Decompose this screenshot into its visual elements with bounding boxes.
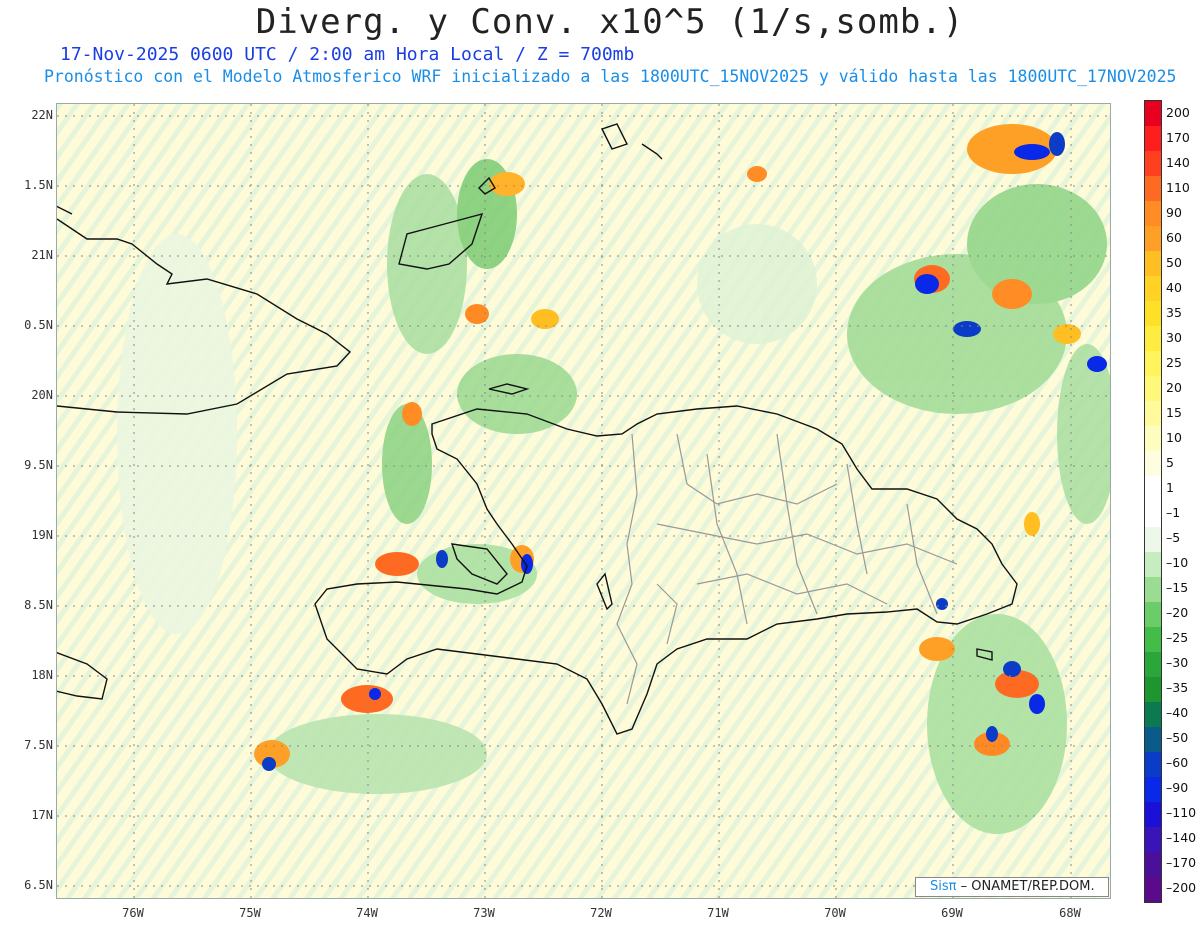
colorbar-level-label: –25 bbox=[1166, 630, 1189, 646]
lon-label: 71W bbox=[707, 906, 729, 920]
colorbar-swatch bbox=[1145, 651, 1161, 677]
colorbar bbox=[1144, 100, 1162, 903]
lat-label: 1.5N bbox=[24, 178, 53, 192]
colorbar-swatch bbox=[1145, 676, 1161, 702]
colorbar-swatch bbox=[1145, 551, 1161, 577]
colorbar-swatch bbox=[1145, 826, 1161, 852]
colorbar-level-label: 60 bbox=[1166, 229, 1182, 245]
colorbar-swatch bbox=[1145, 501, 1161, 527]
colorbar-level-label: –30 bbox=[1166, 655, 1189, 671]
lon-label: 74W bbox=[356, 906, 378, 920]
colorbar-level-label: –5 bbox=[1166, 530, 1181, 546]
colorbar-swatch bbox=[1145, 726, 1161, 752]
forecast-time-subtitle: 17-Nov-2025 0600 UTC / 2:00 am Hora Loca… bbox=[60, 44, 635, 65]
colorbar-level-label: 140 bbox=[1166, 154, 1190, 170]
lon-label: 76W bbox=[122, 906, 144, 920]
credit-box: Sisπ – ONAMET/REP.DOM. bbox=[915, 877, 1109, 897]
lon-label: 69W bbox=[941, 906, 963, 920]
colorbar-level-label: –15 bbox=[1166, 580, 1189, 596]
colorbar-level-label: 170 bbox=[1166, 129, 1190, 145]
colorbar-level-label: –140 bbox=[1166, 830, 1197, 846]
colorbar-level-label: 15 bbox=[1166, 404, 1182, 420]
colorbar-swatch bbox=[1145, 251, 1161, 277]
lon-label: 72W bbox=[590, 906, 612, 920]
lat-label: 17N bbox=[31, 808, 53, 822]
colorbar-swatch bbox=[1145, 576, 1161, 602]
colorbar-swatch bbox=[1145, 876, 1161, 902]
colorbar-swatch bbox=[1145, 201, 1161, 227]
map-canvas bbox=[57, 104, 1110, 898]
lat-label: 9.5N bbox=[24, 458, 53, 472]
colorbar-swatch bbox=[1145, 126, 1161, 152]
credit-text: – ONAMET/REP.DOM. bbox=[960, 879, 1095, 894]
colorbar-level-label: 200 bbox=[1166, 104, 1190, 120]
divergence-map bbox=[56, 103, 1111, 899]
colorbar-level-label: –90 bbox=[1166, 780, 1189, 796]
lon-label: 75W bbox=[239, 906, 261, 920]
colorbar-swatch bbox=[1145, 226, 1161, 252]
colorbar-swatch bbox=[1145, 751, 1161, 777]
colorbar-swatch bbox=[1145, 176, 1161, 202]
colorbar-swatch bbox=[1145, 851, 1161, 877]
colorbar-level-label: 40 bbox=[1166, 279, 1182, 295]
colorbar-swatch bbox=[1145, 801, 1161, 827]
colorbar-level-label: –110 bbox=[1166, 805, 1197, 821]
colorbar-swatch bbox=[1145, 101, 1161, 127]
colorbar-level-label: 1 bbox=[1166, 479, 1174, 495]
chart-title: Diverg. y Conv. x10^5 (1/s,somb.) bbox=[255, 2, 965, 42]
colorbar-swatch bbox=[1145, 601, 1161, 627]
colorbar-swatch bbox=[1145, 326, 1161, 352]
colorbar-level-label: 35 bbox=[1166, 304, 1182, 320]
colorbar-swatch bbox=[1145, 276, 1161, 302]
sispi-logo: Sisπ bbox=[930, 879, 957, 894]
colorbar-level-label: –170 bbox=[1166, 855, 1197, 871]
colorbar-swatch bbox=[1145, 351, 1161, 377]
lat-label: 18N bbox=[31, 668, 53, 682]
colorbar-level-label: –50 bbox=[1166, 730, 1189, 746]
colorbar-level-label: –10 bbox=[1166, 555, 1189, 571]
colorbar-level-label: –1 bbox=[1166, 505, 1181, 521]
lon-label: 70W bbox=[824, 906, 846, 920]
colorbar-swatch bbox=[1145, 151, 1161, 177]
colorbar-level-label: 20 bbox=[1166, 379, 1182, 395]
colorbar-swatch bbox=[1145, 776, 1161, 802]
colorbar-level-label: –40 bbox=[1166, 705, 1189, 721]
model-info-subtitle: Pronóstico con el Modelo Atmosferico WRF… bbox=[44, 67, 1177, 86]
lon-label: 73W bbox=[473, 906, 495, 920]
colorbar-level-label: 90 bbox=[1166, 204, 1182, 220]
lat-label: 22N bbox=[31, 108, 53, 122]
lat-label: 8.5N bbox=[24, 598, 53, 612]
colorbar-swatch bbox=[1145, 301, 1161, 327]
colorbar-level-label: 10 bbox=[1166, 429, 1182, 445]
colorbar-swatch bbox=[1145, 401, 1161, 427]
colorbar-swatch bbox=[1145, 476, 1161, 502]
lon-label: 68W bbox=[1059, 906, 1081, 920]
colorbar-level-label: –20 bbox=[1166, 605, 1189, 621]
colorbar-swatch bbox=[1145, 426, 1161, 452]
colorbar-swatch bbox=[1145, 376, 1161, 402]
lat-label: 19N bbox=[31, 528, 53, 542]
colorbar-level-label: 110 bbox=[1166, 179, 1190, 195]
colorbar-level-label: 25 bbox=[1166, 354, 1182, 370]
lat-label: 21N bbox=[31, 248, 53, 262]
lat-label: 6.5N bbox=[24, 878, 53, 892]
colorbar-swatch bbox=[1145, 701, 1161, 727]
lat-label: 20N bbox=[31, 388, 53, 402]
lat-label: 0.5N bbox=[24, 318, 53, 332]
colorbar-level-label: –60 bbox=[1166, 755, 1189, 771]
lat-label: 7.5N bbox=[24, 738, 53, 752]
colorbar-level-label: –200 bbox=[1166, 880, 1197, 896]
colorbar-level-label: 5 bbox=[1166, 454, 1174, 470]
colorbar-level-label: 50 bbox=[1166, 254, 1182, 270]
colorbar-swatch bbox=[1145, 626, 1161, 652]
colorbar-swatch bbox=[1145, 451, 1161, 477]
colorbar-level-label: 30 bbox=[1166, 329, 1182, 345]
colorbar-swatch bbox=[1145, 526, 1161, 552]
colorbar-level-label: –35 bbox=[1166, 680, 1189, 696]
